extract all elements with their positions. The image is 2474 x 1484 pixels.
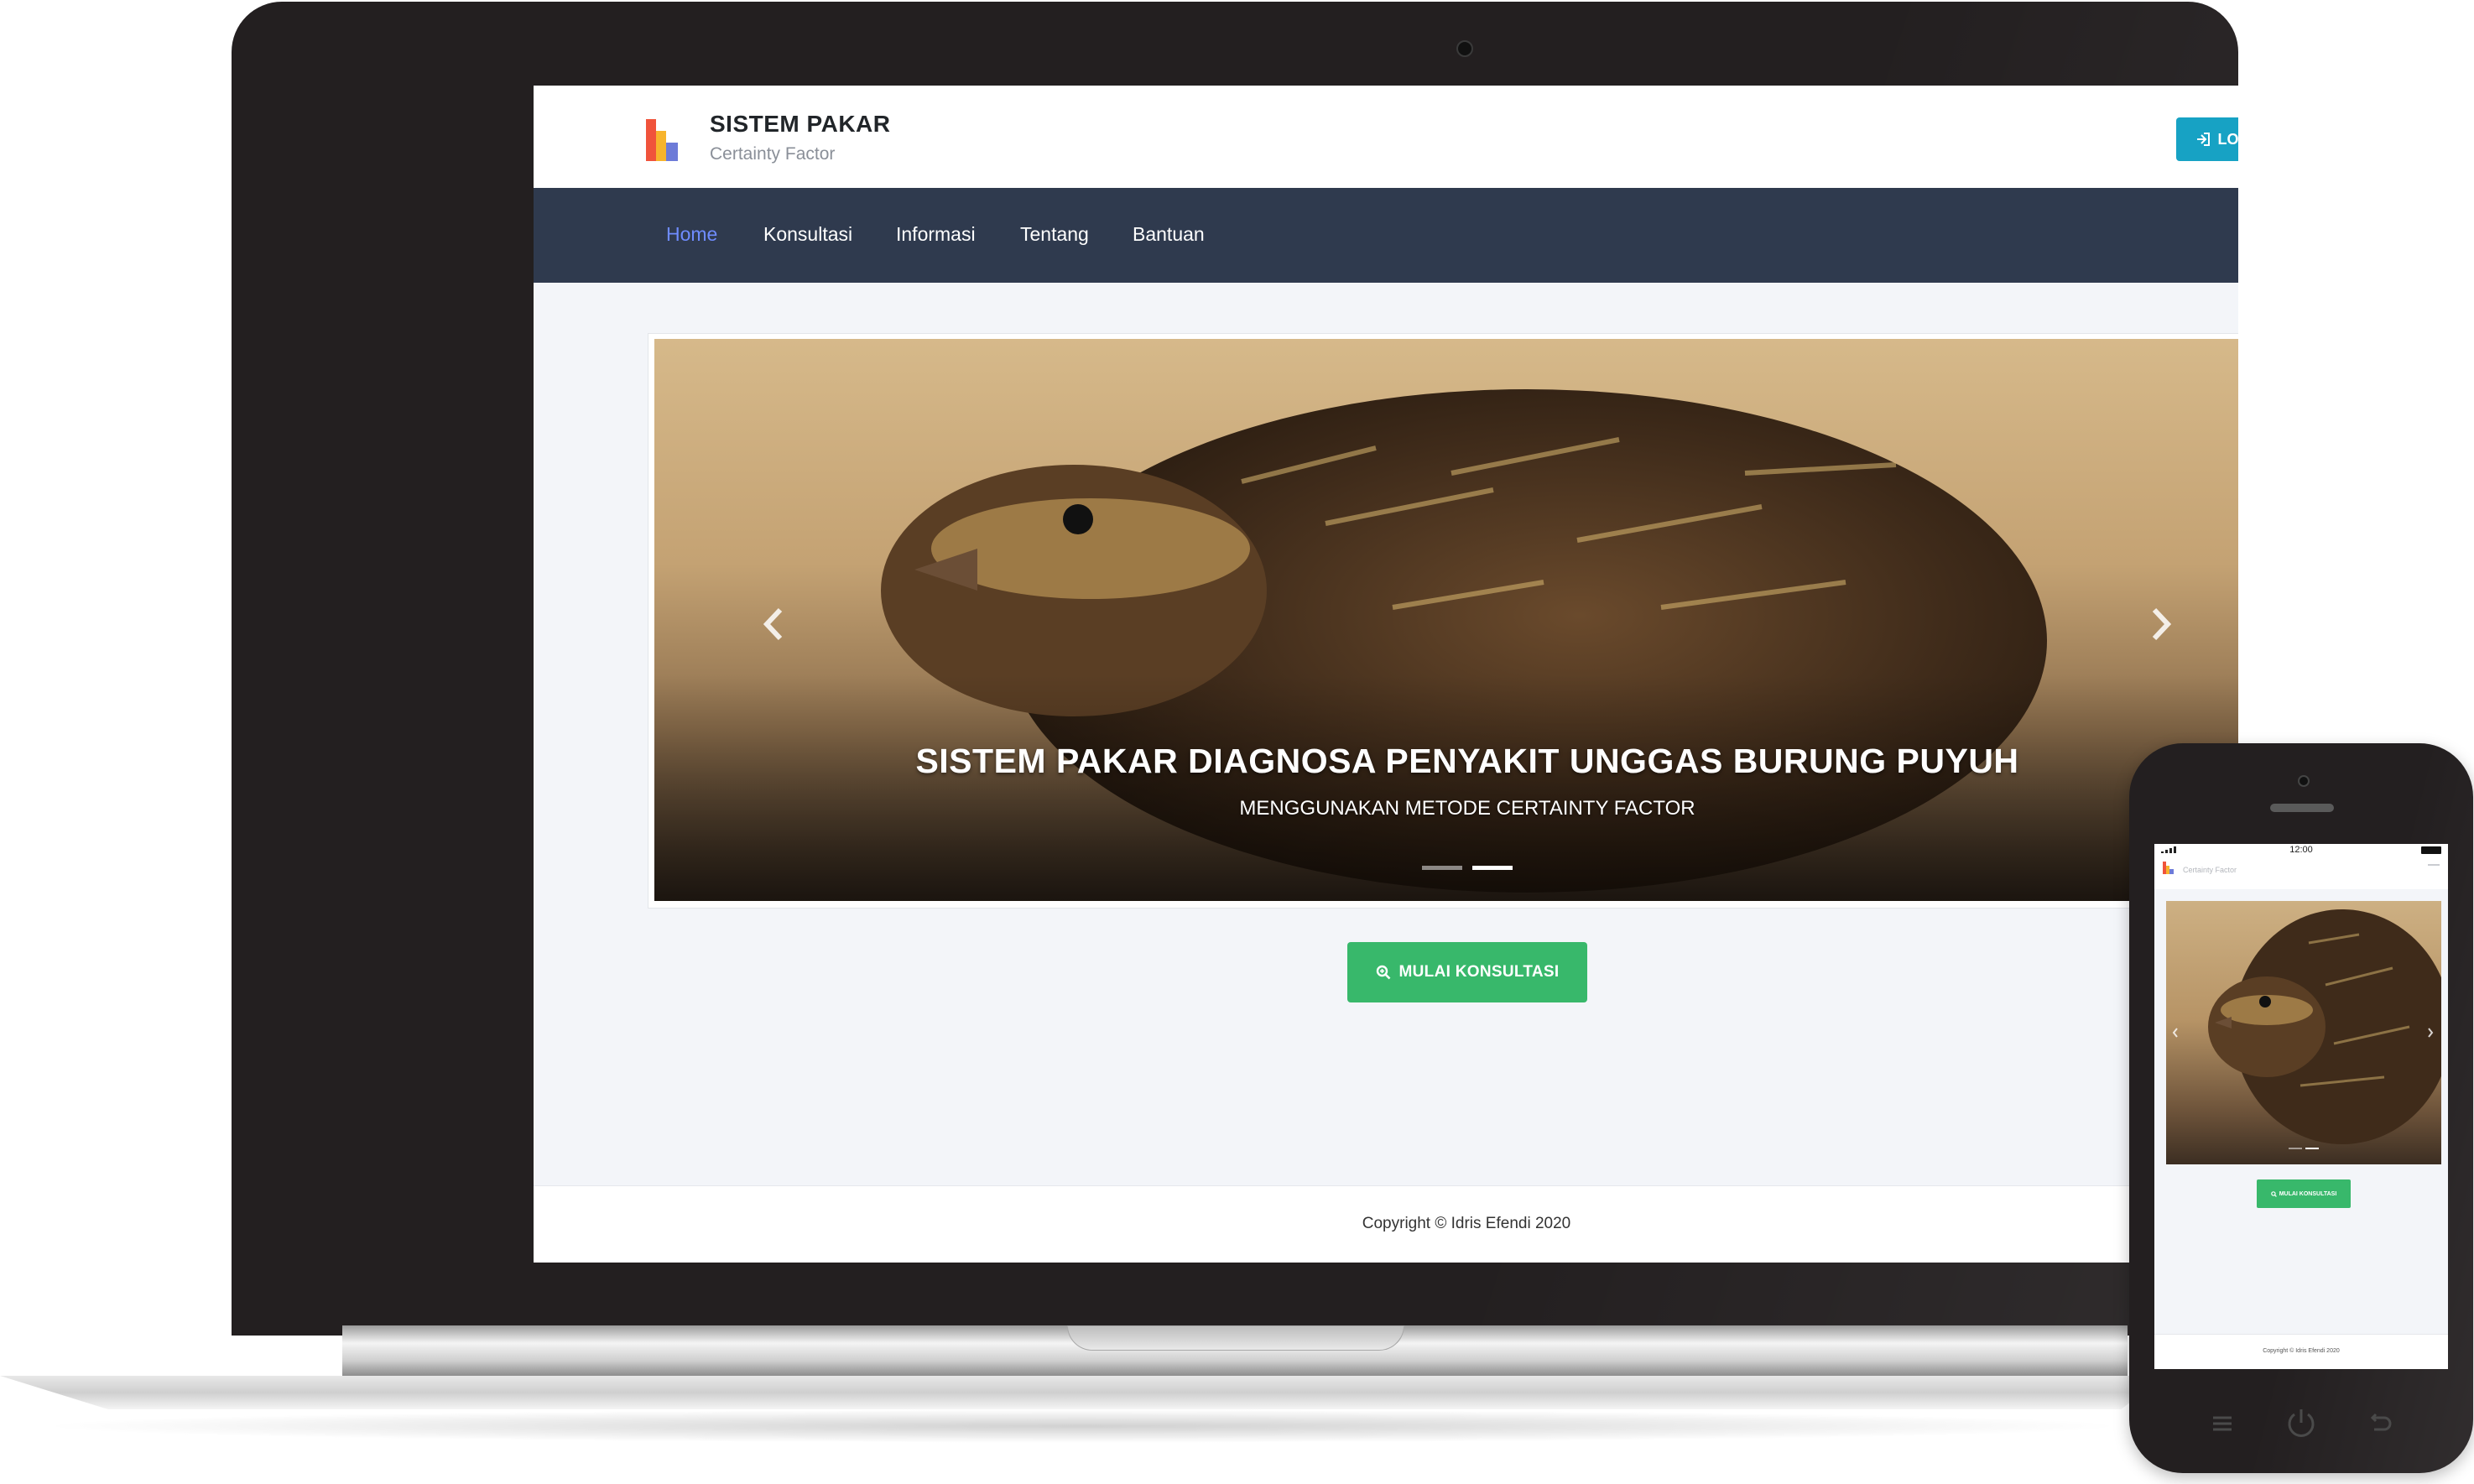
phone-site-header: Certainty Factor [2154, 856, 2448, 889]
nav-tentang[interactable]: Tentang [1020, 223, 1089, 246]
phone-status-bar: 12:00 [2154, 844, 2448, 856]
sign-in-icon [2196, 133, 2210, 146]
login-button[interactable]: LOGIN [2176, 117, 2238, 161]
phone-mockup: 12:00 Certainty Factor MULAI KONSULTASI … [2129, 743, 2473, 1473]
chevron-right-icon[interactable] [2144, 603, 2178, 645]
hamburger-menu-icon[interactable] [2428, 864, 2440, 866]
back-icon [2370, 1413, 2392, 1431]
phone-screen: 12:00 Certainty Factor MULAI KONSULTASI … [2154, 844, 2448, 1369]
site-header: SISTEM PAKAR Certainty Factor LOGIN [534, 86, 2238, 188]
phone-brand-subtitle: Certainty Factor [2183, 866, 2237, 874]
chevron-left-icon[interactable] [757, 603, 790, 645]
bar-chart-logo-icon [2163, 862, 2174, 874]
carousel-indicator-active[interactable] [1472, 866, 1513, 870]
nav-konsultasi[interactable]: Konsultasi [763, 223, 852, 246]
phone-carousel-indicators [2166, 1148, 2441, 1149]
laptop-shadow [34, 1409, 2131, 1443]
nav-home[interactable]: Home [666, 223, 717, 246]
power-icon [2288, 1409, 2315, 1437]
phone-speaker [2270, 804, 2334, 812]
carousel-indicators [654, 866, 2238, 870]
phone-copyright-text: Copyright © Idris Efendi 2020 [2263, 1348, 2340, 1354]
site-footer: Copyright © Idris Efendi 2020 [534, 1185, 2238, 1263]
phone-carousel-slide [2166, 901, 2441, 1164]
main-navbar: Home Konsultasi Informasi Tentang Bantua… [534, 188, 2238, 283]
slide-title: SISTEM PAKAR DIAGNOSA PENYAKIT UNGGAS BU… [915, 742, 2019, 780]
phone-site-footer: Copyright © Idris Efendi 2020 [2154, 1334, 2448, 1369]
phone-start-consultation-button[interactable]: MULAI KONSULTASI [2257, 1179, 2351, 1208]
phone-hardware-buttons [2213, 1409, 2392, 1437]
chevron-left-icon[interactable] [2171, 1027, 2180, 1039]
brand-subtitle: Certainty Factor [710, 144, 836, 164]
battery-icon [2421, 846, 2441, 854]
start-consultation-button[interactable]: MULAI KONSULTASI [1347, 942, 1587, 1002]
laptop-screen: SISTEM PAKAR Certainty Factor LOGIN Home… [534, 86, 2238, 1263]
phone-time: 12:00 [2289, 845, 2313, 855]
login-label: LOGIN [2217, 130, 2239, 148]
carousel-indicator[interactable] [2289, 1148, 2302, 1149]
laptop-base [0, 1376, 2164, 1409]
cta-label: MULAI KONSULTASI [1398, 963, 1560, 981]
menu-lines-icon [2213, 1416, 2232, 1431]
slide-subtitle: MENGGUNAKAN METODE CERTAINTY FACTOR [1239, 797, 1695, 820]
search-zoom-icon [1376, 965, 1390, 980]
carousel-indicator-active[interactable] [2305, 1148, 2319, 1149]
carousel-indicator[interactable] [1422, 866, 1462, 870]
bar-chart-logo-icon [646, 119, 678, 161]
phone-camera [2298, 775, 2310, 787]
laptop-mockup: SISTEM PAKAR Certainty Factor LOGIN Home… [232, 2, 2238, 1336]
brand-title: SISTEM PAKAR [710, 111, 891, 137]
laptop-notch [1067, 1325, 1404, 1351]
quail-photo [2208, 909, 2441, 1144]
chevron-right-icon[interactable] [2426, 1027, 2435, 1039]
nav-bantuan[interactable]: Bantuan [1133, 223, 1205, 246]
nav-informasi[interactable]: Informasi [896, 223, 976, 246]
search-zoom-icon [2270, 1190, 2277, 1197]
carousel-slide: SISTEM PAKAR DIAGNOSA PENYAKIT UNGGAS BU… [654, 339, 2238, 901]
copyright-text: Copyright © Idris Efendi 2020 [1362, 1215, 1571, 1232]
phone-cta-label: MULAI KONSULTASI [2279, 1190, 2337, 1197]
laptop-camera [1456, 40, 1473, 57]
